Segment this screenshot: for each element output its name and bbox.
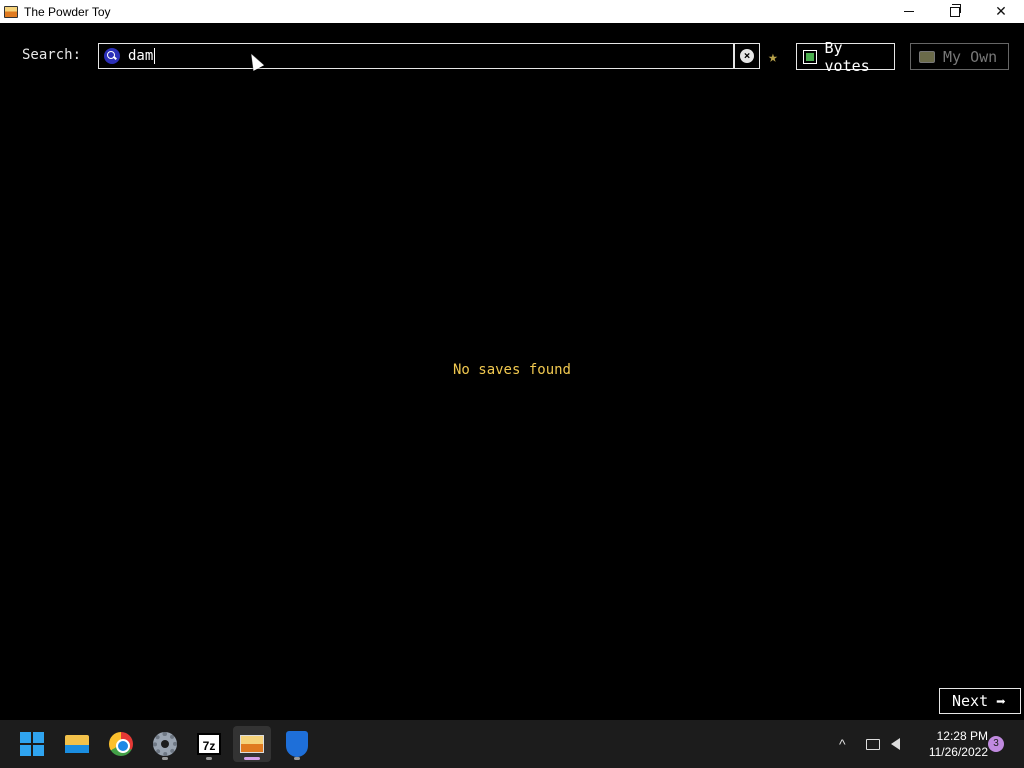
windows-logo-icon <box>20 732 44 756</box>
taskbar: 7z ^ 12:28 PM 11/26/2022 <box>0 720 1024 768</box>
taskbar-chrome[interactable] <box>102 726 140 762</box>
search-input[interactable]: dam <box>98 43 734 69</box>
folder-icon <box>919 50 935 63</box>
sort-icon <box>803 49 817 64</box>
running-indicator <box>294 757 300 760</box>
arrow-right-icon: ➡ <box>996 691 1006 711</box>
taskbar-windows-security[interactable] <box>278 726 316 762</box>
network-icon <box>866 738 880 750</box>
chrome-icon <box>109 732 133 756</box>
clear-icon: × <box>740 49 754 63</box>
favorite-button[interactable]: ★ <box>760 43 786 69</box>
powder-toy-app-icon <box>4 5 18 18</box>
file-explorer-icon <box>65 735 89 753</box>
shield-icon <box>286 731 308 757</box>
search-icon <box>104 48 120 64</box>
empty-results-message: No saves found <box>452 362 571 378</box>
minimize-button[interactable] <box>886 0 932 23</box>
network-button[interactable] <box>866 720 880 768</box>
running-indicator <box>206 757 212 760</box>
clock-date: 11/26/2022 <box>928 745 988 759</box>
search-input-value: dam <box>128 48 156 64</box>
gear-icon <box>153 732 177 756</box>
next-label: Next <box>952 692 989 710</box>
sort-label: By votes <box>824 38 870 75</box>
running-indicator <box>162 757 168 760</box>
speaker-icon <box>891 738 900 750</box>
volume-button[interactable] <box>891 720 900 768</box>
taskbar-7zip[interactable]: 7z <box>190 726 228 762</box>
next-page-button[interactable]: Next ➡ <box>939 688 1021 714</box>
7zip-icon: 7z <box>197 733 221 755</box>
restore-button[interactable] <box>932 0 978 23</box>
clear-search-button[interactable]: × <box>734 43 760 69</box>
my-own-button[interactable]: My Own <box>910 43 1009 70</box>
active-indicator <box>244 757 260 760</box>
window-title: The Powder Toy <box>24 4 111 19</box>
search-label: Search: <box>22 47 82 63</box>
start-button[interactable] <box>13 726 51 762</box>
taskbar-file-explorer[interactable] <box>58 726 96 762</box>
star-icon: ★ <box>768 46 778 66</box>
taskbar-settings[interactable] <box>146 726 184 762</box>
tray-overflow-button[interactable]: ^ <box>839 720 846 768</box>
notification-badge[interactable]: 3 <box>988 736 1004 752</box>
clock[interactable]: 12:28 PM 11/26/2022 <box>918 728 988 760</box>
my-own-label: My Own <box>943 47 998 66</box>
chevron-up-icon: ^ <box>839 736 846 752</box>
sort-by-votes-button[interactable]: By votes <box>796 39 895 75</box>
close-icon: ✕ <box>995 3 1007 19</box>
powder-toy-icon <box>240 735 264 753</box>
taskbar-the-powder-toy[interactable] <box>233 726 271 762</box>
clock-time: 12:28 PM <box>936 729 988 743</box>
title-bar: The Powder Toy ✕ <box>0 0 1024 23</box>
restore-icon <box>950 3 961 17</box>
close-button[interactable]: ✕ <box>978 0 1024 23</box>
save-browser: Search: dam × ★ By votes My Own No saves… <box>0 23 1024 720</box>
minimize-icon <box>904 11 914 12</box>
